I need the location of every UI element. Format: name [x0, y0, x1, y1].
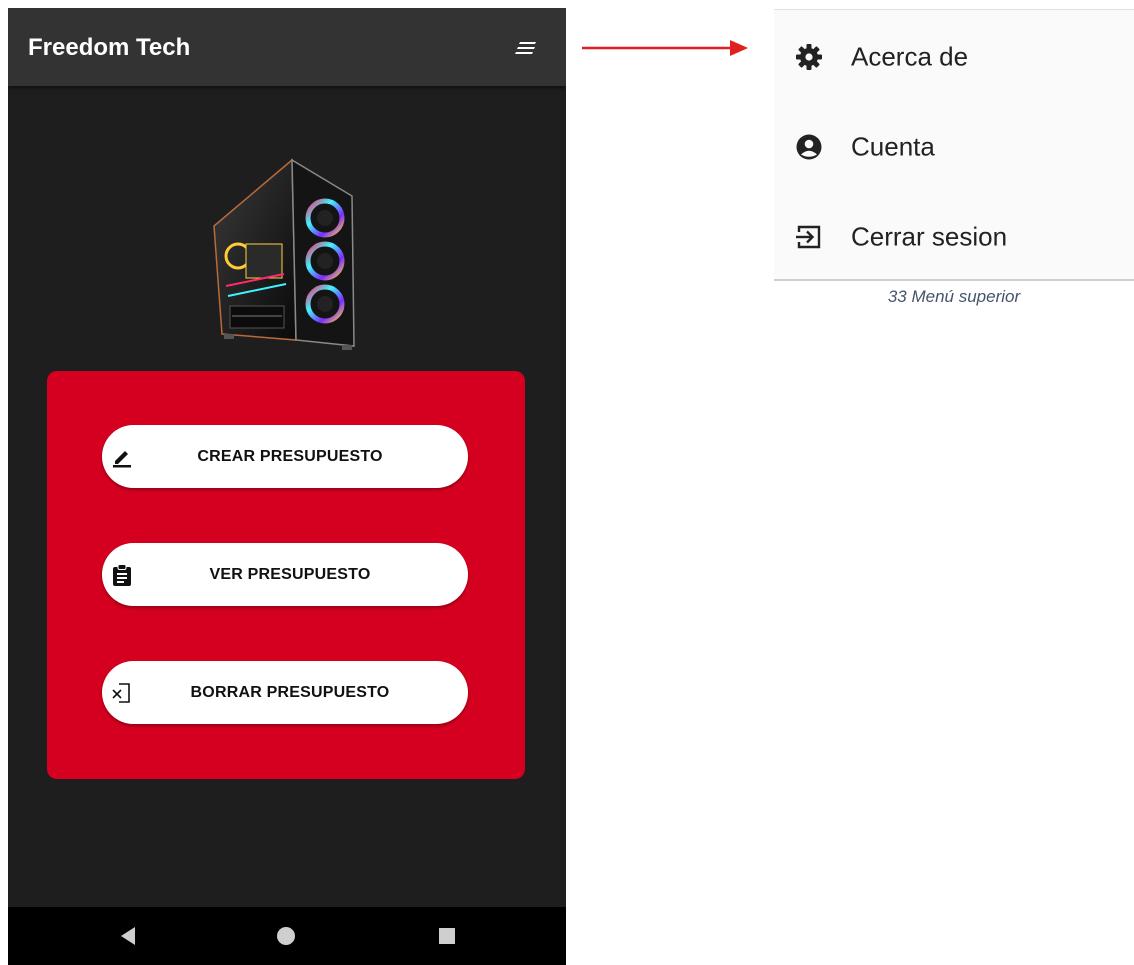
menu-item-account[interactable]: Cuenta	[774, 112, 1134, 182]
menu-item-about[interactable]: Acerca de	[774, 22, 1134, 92]
delete-budget-label: BORRAR PRESUPUESTO	[190, 683, 390, 701]
phone-screen: Freedom Tech CREAR PRESUPUESTO VER PRESU…	[8, 8, 566, 965]
home-circle-icon	[277, 927, 295, 945]
create-budget-button[interactable]: CREAR PRESUPUESTO	[102, 425, 468, 488]
overflow-menu-button[interactable]	[508, 36, 544, 60]
menu-icon	[515, 42, 536, 54]
app-bar: Freedom Tech	[8, 8, 566, 86]
gear-icon	[794, 42, 824, 72]
account-circle-icon	[794, 132, 824, 162]
pc-tower-image	[213, 158, 355, 350]
figure-caption: 33 Menú superior	[887, 287, 1021, 306]
delete-budget-button[interactable]: BORRAR PRESUPUESTO	[102, 661, 468, 724]
recents-square-icon	[439, 928, 455, 944]
nav-home-button[interactable]	[266, 921, 306, 951]
logout-icon	[794, 222, 824, 252]
menu-item-account-label: Cuenta	[851, 131, 935, 162]
menu-item-logout[interactable]: Cerrar sesion	[774, 202, 1134, 272]
app-title: Freedom Tech	[28, 34, 191, 61]
pointer-arrow	[582, 40, 748, 56]
view-budget-button[interactable]: VER PRESUPUESTO	[102, 543, 468, 606]
view-budget-label: VER PRESUPUESTO	[209, 565, 371, 583]
create-budget-label: CREAR PRESUPUESTO	[197, 447, 383, 465]
nav-recents-button[interactable]	[427, 921, 467, 951]
back-triangle-icon	[121, 927, 135, 945]
system-nav-bar	[8, 907, 566, 965]
overflow-menu: Acerca de Cuenta Cerrar sesion	[774, 9, 1134, 281]
actions-panel: CREAR PRESUPUESTO VER PRESUPUESTO BORRAR…	[47, 371, 525, 779]
menu-item-logout-label: Cerrar sesion	[851, 221, 1008, 252]
nav-back-button[interactable]	[108, 921, 148, 951]
menu-item-about-label: Acerca de	[851, 41, 969, 72]
